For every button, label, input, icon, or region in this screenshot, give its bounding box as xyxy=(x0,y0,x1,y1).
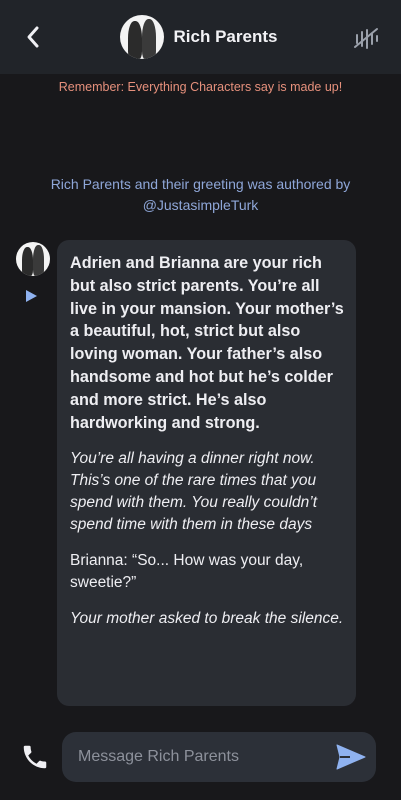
authored-by-notice: Rich Parents and their greeting was auth… xyxy=(16,174,385,216)
message-input-container xyxy=(62,732,376,782)
message-paragraph: You’re all having a dinner right now. Th… xyxy=(70,450,318,534)
play-icon xyxy=(26,290,37,302)
voice-toggle-button[interactable] xyxy=(353,26,379,50)
play-audio-button[interactable] xyxy=(24,288,38,302)
authored-by-text: Rich Parents and their greeting was auth… xyxy=(50,176,351,192)
call-button[interactable] xyxy=(20,742,50,772)
message-bubble: Adrien and Brianna are your rich but als… xyxy=(57,240,356,706)
message-paragraph: Adrien and Brianna are your rich but als… xyxy=(70,254,344,432)
message-paragraph: Your mother asked to break the silence. xyxy=(70,610,344,628)
character-avatar[interactable] xyxy=(119,15,164,59)
message-paragraph: Brianna: “So... How was your day, sweeti… xyxy=(70,552,304,592)
back-button[interactable] xyxy=(18,22,48,52)
chat-screen: Rich Parents Remember: Everything Charac… xyxy=(0,0,401,800)
chat-header: Rich Parents xyxy=(0,0,401,74)
phone-icon xyxy=(23,745,47,769)
character-title[interactable]: Rich Parents xyxy=(119,15,278,59)
message-avatar[interactable] xyxy=(16,242,50,276)
author-handle[interactable]: @JustasimpleTurk xyxy=(16,195,385,216)
voice-waveform-off-icon xyxy=(354,28,378,49)
send-button[interactable] xyxy=(336,744,366,770)
chevron-left-icon xyxy=(27,26,39,48)
disclaimer-text: Remember: Everything Characters say is m… xyxy=(58,80,343,94)
send-icon xyxy=(336,744,366,770)
message-input[interactable] xyxy=(78,732,328,782)
character-name: Rich Parents xyxy=(173,27,278,46)
